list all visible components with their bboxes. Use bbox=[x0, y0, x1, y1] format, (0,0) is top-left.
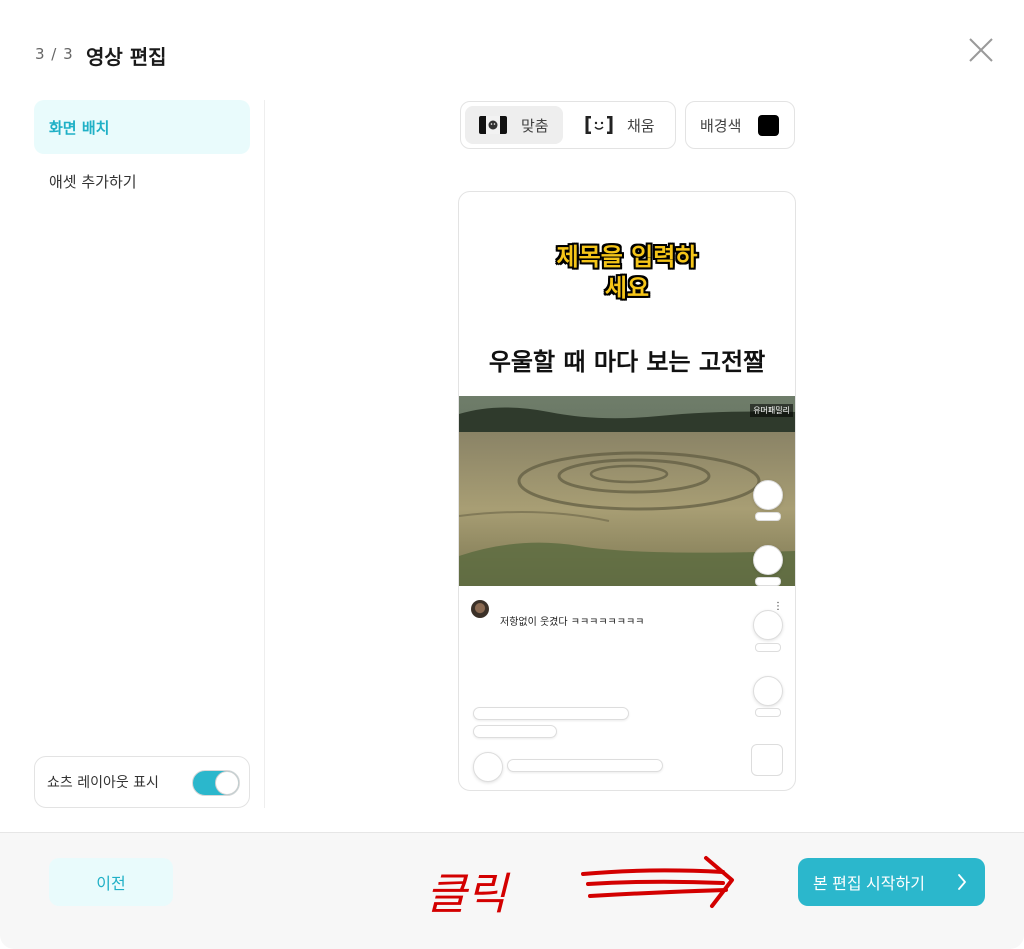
like-count-placeholder bbox=[755, 512, 781, 521]
channel-avatar-placeholder bbox=[473, 752, 503, 782]
comment-count-placeholder bbox=[755, 643, 781, 652]
fit-mode-segment: 맞춤 채움 bbox=[460, 101, 676, 149]
sidebar-divider bbox=[264, 100, 265, 808]
bg-color-label: 배경색 bbox=[700, 116, 742, 135]
comment-placeholder-icon bbox=[753, 610, 783, 640]
fill-option[interactable]: 채움 bbox=[573, 106, 669, 144]
bg-color-swatch bbox=[758, 115, 779, 136]
shorts-layout-toggle[interactable] bbox=[192, 770, 240, 796]
video-thumbnail bbox=[459, 396, 795, 586]
fill-icon bbox=[585, 115, 613, 135]
share-placeholder-icon bbox=[753, 676, 783, 706]
background-color-button[interactable]: 배경색 bbox=[685, 101, 795, 149]
channel-placeholder bbox=[473, 707, 629, 720]
sidebar-item-label: 화면 배치 bbox=[49, 118, 110, 137]
fit-icon bbox=[479, 116, 507, 134]
dislike-placeholder-icon bbox=[753, 545, 783, 575]
video-watermark: 유머패밀리 bbox=[750, 404, 793, 417]
fill-label: 채움 bbox=[627, 116, 655, 135]
sidebar: 화면 배치 애셋 추가하기 bbox=[34, 100, 250, 208]
previous-button[interactable]: 이전 bbox=[49, 858, 173, 906]
video-edit-modal: 3 / 3 영상 편집 화면 배치 애셋 추가하기 쇼츠 레이아웃 표시 맞춤 … bbox=[0, 0, 1024, 949]
close-icon bbox=[969, 38, 993, 62]
sidebar-item-label: 애셋 추가하기 bbox=[49, 172, 137, 191]
video-frame: 유머패밀리 bbox=[459, 396, 795, 586]
preview-title[interactable]: 제목을 입력하 세요 bbox=[459, 242, 795, 304]
annotation-arrow-icon bbox=[581, 856, 734, 908]
fit-label: 맞춤 bbox=[521, 116, 549, 135]
close-button[interactable] bbox=[965, 34, 997, 66]
start-editing-label: 본 편집 시작하기 bbox=[813, 876, 925, 893]
caption-placeholder bbox=[473, 725, 557, 738]
music-placeholder bbox=[507, 759, 663, 772]
start-editing-button[interactable]: 본 편집 시작하기 bbox=[798, 858, 985, 906]
preview-subtitle: 우울할 때 마다 보는 고전짤 bbox=[488, 348, 766, 376]
dislike-label-placeholder bbox=[755, 577, 781, 586]
sidebar-item-add-assets[interactable]: 애셋 추가하기 bbox=[34, 154, 250, 208]
preview-comment: 저항없이 웃겼다 ㅋㅋㅋㅋㅋㅋㅋㅋ bbox=[500, 617, 645, 628]
shorts-layout-toggle-card: 쇼츠 레이아웃 표시 bbox=[34, 756, 250, 808]
avatar bbox=[471, 600, 489, 618]
step-indicator: 3 / 3 bbox=[35, 45, 74, 63]
chevron-right-icon bbox=[958, 874, 966, 890]
fit-option[interactable]: 맞춤 bbox=[465, 106, 563, 144]
page-title: 영상 편집 bbox=[86, 45, 167, 69]
toggle-label: 쇼츠 레이아웃 표시 bbox=[47, 775, 159, 791]
share-label-placeholder bbox=[755, 708, 781, 717]
like-placeholder-icon bbox=[753, 480, 783, 510]
sidebar-item-layout[interactable]: 화면 배치 bbox=[34, 100, 250, 154]
toggle-knob bbox=[215, 771, 239, 795]
music-thumbnail-placeholder bbox=[751, 744, 783, 776]
click-annotation: 클릭 bbox=[418, 850, 748, 930]
shorts-preview: 제목을 입력하 세요 우울할 때 마다 보는 고전짤 유머패밀리 저항없이 웃겼… bbox=[458, 191, 796, 791]
